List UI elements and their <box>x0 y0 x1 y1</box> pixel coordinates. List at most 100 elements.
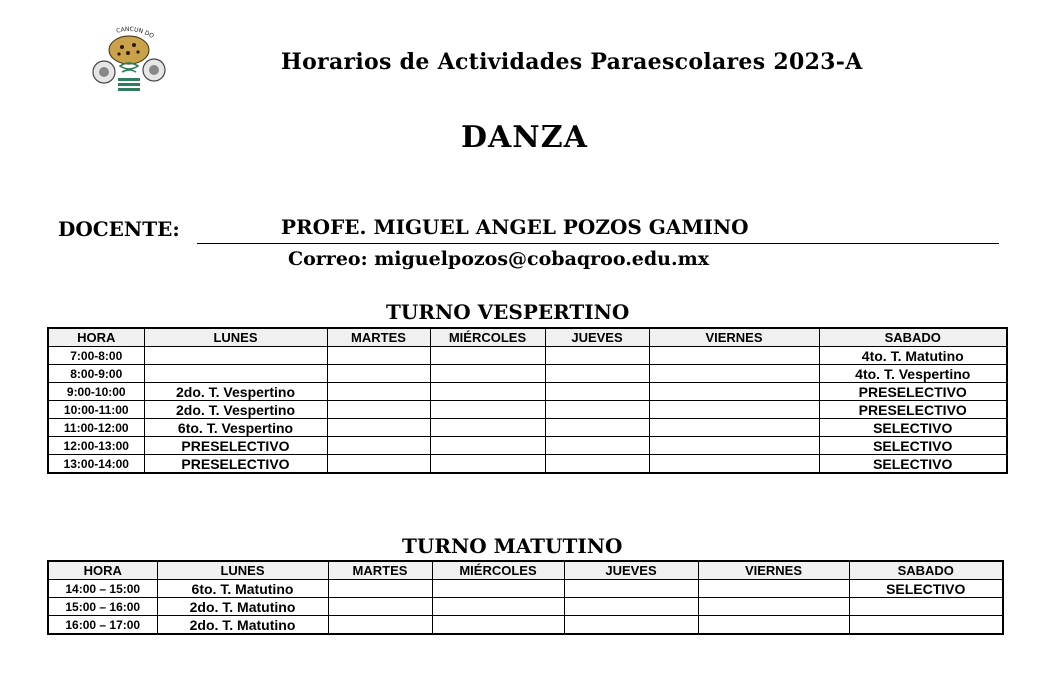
time-cell: 15:00 – 16:00 <box>47 597 158 616</box>
table-cell <box>429 436 546 455</box>
teacher-label: DOCENTE: <box>58 217 180 241</box>
table-cell: SELECTIVO <box>818 454 1008 474</box>
table-cell <box>697 597 850 616</box>
table-cell: 6to. T. Vespertino <box>143 418 328 437</box>
table-cell <box>429 346 546 365</box>
column-header: HORA <box>47 560 158 580</box>
document-title: Horarios de Actividades Paraescolares 20… <box>281 49 863 75</box>
table-cell <box>544 418 650 437</box>
table-cell <box>431 615 565 635</box>
school-logo: CANCUN DOS <box>86 22 166 91</box>
time-cell: 9:00-10:00 <box>47 382 145 401</box>
teacher-name: PROFE. MIGUEL ANGEL POZOS GAMINO <box>281 215 749 239</box>
table-cell: PRESELECTIVO <box>143 436 328 455</box>
time-cell: 8:00-9:00 <box>47 364 145 383</box>
table-cell <box>648 364 820 383</box>
table-row: 16:00 – 17:00 2do. T. Matutino <box>47 615 1004 635</box>
column-header: SABADO <box>818 327 1008 347</box>
column-header: JUEVES <box>563 560 699 580</box>
table-cell <box>648 454 820 474</box>
table-cell <box>143 364 328 383</box>
table-cell: 4to. T. Vespertino <box>818 364 1008 383</box>
table-row: 7:00-8:00 4to. T. Matutino <box>47 346 1008 365</box>
column-header: HORA <box>47 327 145 347</box>
table-row: 13:00-14:00 PRESELECTIVO SELECTIVO <box>47 454 1008 474</box>
table-cell <box>143 346 328 365</box>
table-cell <box>697 579 850 598</box>
time-cell: 14:00 – 15:00 <box>47 579 158 598</box>
time-cell: 16:00 – 17:00 <box>47 615 158 635</box>
table-cell <box>327 579 433 598</box>
table-header-row: HORA LUNES MARTES MIÉRCOLES JUEVES VIERN… <box>47 327 1008 347</box>
column-header: MIÉRCOLES <box>429 327 546 347</box>
table-cell <box>544 436 650 455</box>
table-cell <box>544 454 650 474</box>
table-cell: SELECTIVO <box>818 436 1008 455</box>
table-cell <box>648 346 820 365</box>
table-cell <box>327 615 433 635</box>
column-header: LUNES <box>143 327 328 347</box>
table-cell <box>429 400 546 419</box>
table-cell <box>326 400 431 419</box>
table-cell <box>327 597 433 616</box>
table-cell <box>848 597 1004 616</box>
section-title-matutino: TURNO MATUTINO <box>402 534 623 558</box>
table-row: 14:00 – 15:00 6to. T. Matutino SELECTIVO <box>47 579 1004 598</box>
table-cell <box>563 615 699 635</box>
schedule-table-matutino: HORA LUNES MARTES MIÉRCOLES JUEVES VIERN… <box>47 560 1004 635</box>
table-cell <box>429 382 546 401</box>
table-cell <box>544 382 650 401</box>
time-cell: 10:00-11:00 <box>47 400 145 419</box>
table-cell: PRESELECTIVO <box>143 454 328 474</box>
table-cell <box>648 400 820 419</box>
table-cell <box>431 597 565 616</box>
table-cell: 4to. T. Matutino <box>818 346 1008 365</box>
teacher-email: Correo: miguelpozos@cobaqroo.edu.mx <box>288 248 710 270</box>
section-title-vespertino: TURNO VESPERTINO <box>386 300 630 324</box>
table-row: 10:00-11:00 2do. T. Vespertino PRESELECT… <box>47 400 1008 419</box>
column-header: JUEVES <box>544 327 650 347</box>
time-cell: 13:00-14:00 <box>47 454 145 474</box>
table-cell: SELECTIVO <box>818 418 1008 437</box>
teacher-underline <box>197 243 999 244</box>
table-cell <box>544 346 650 365</box>
table-row: 15:00 – 16:00 2do. T. Matutino <box>47 597 1004 616</box>
column-header: MARTES <box>326 327 431 347</box>
column-header: MARTES <box>327 560 433 580</box>
column-header: VIERNES <box>697 560 850 580</box>
table-cell <box>848 615 1004 635</box>
table-cell <box>648 418 820 437</box>
table-row: 11:00-12:00 6to. T. Vespertino SELECTIVO <box>47 418 1008 437</box>
table-row: 9:00-10:00 2do. T. Vespertino PRESELECTI… <box>47 382 1008 401</box>
column-header: SABADO <box>848 560 1004 580</box>
table-cell <box>429 418 546 437</box>
column-header: MIÉRCOLES <box>431 560 565 580</box>
table-cell: 6to. T. Matutino <box>156 579 329 598</box>
table-cell <box>326 364 431 383</box>
table-cell <box>326 454 431 474</box>
table-cell: 2do. T. Matutino <box>156 615 329 635</box>
table-cell <box>326 436 431 455</box>
table-cell <box>326 346 431 365</box>
table-cell <box>648 382 820 401</box>
table-cell: PRESELECTIVO <box>818 382 1008 401</box>
table-header-row: HORA LUNES MARTES MIÉRCOLES JUEVES VIERN… <box>47 560 1004 580</box>
table-cell <box>326 418 431 437</box>
table-cell: 2do. T. Vespertino <box>143 400 328 419</box>
table-row: 8:00-9:00 4to. T. Vespertino <box>47 364 1008 383</box>
table-cell <box>544 400 650 419</box>
table-cell <box>563 597 699 616</box>
time-cell: 11:00-12:00 <box>47 418 145 437</box>
table-cell <box>326 382 431 401</box>
table-cell: 2do. T. Matutino <box>156 597 329 616</box>
schedule-table-vespertino: HORA LUNES MARTES MIÉRCOLES JUEVES VIERN… <box>47 327 1008 474</box>
table-cell <box>563 579 699 598</box>
table-cell: 2do. T. Vespertino <box>143 382 328 401</box>
column-header: LUNES <box>156 560 329 580</box>
table-cell <box>544 364 650 383</box>
table-row: 12:00-13:00 PRESELECTIVO SELECTIVO <box>47 436 1008 455</box>
time-cell: 12:00-13:00 <box>47 436 145 455</box>
table-cell <box>697 615 850 635</box>
table-cell: SELECTIVO <box>848 579 1004 598</box>
table-cell <box>431 579 565 598</box>
